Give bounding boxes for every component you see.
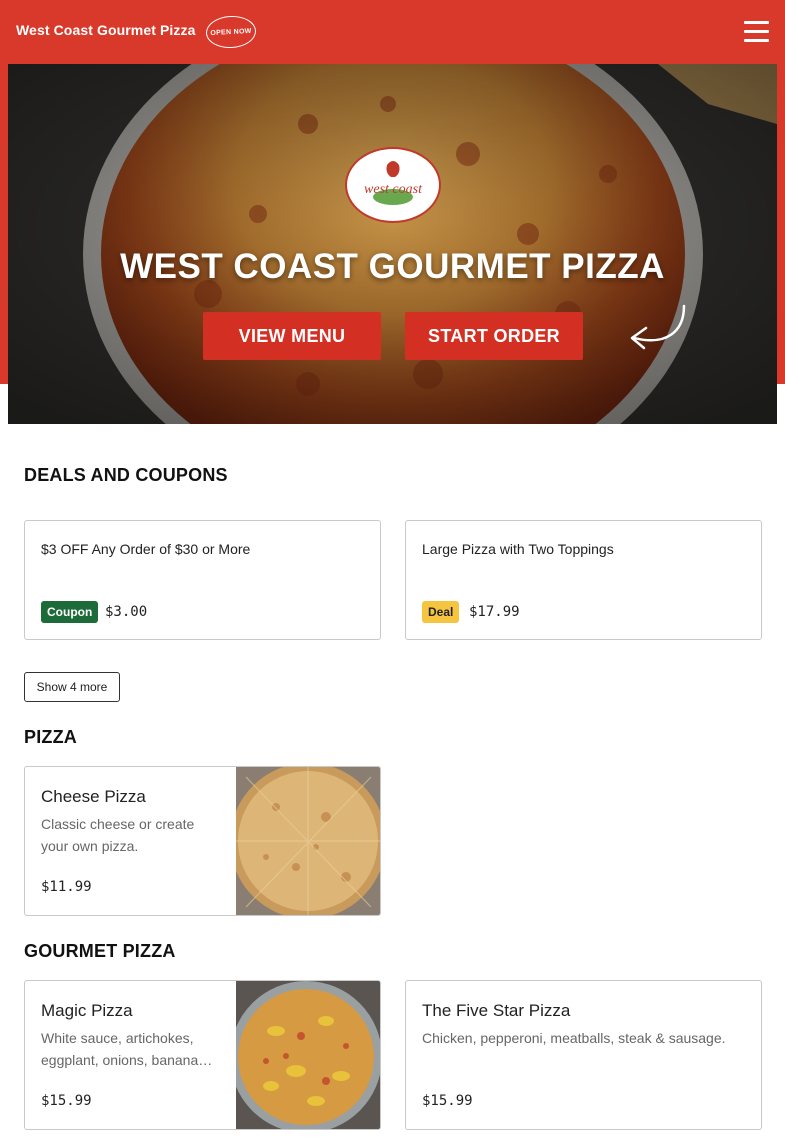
item-description: White sauce, artichokes, eggplant, onion… (41, 1030, 213, 1068)
curved-arrow-icon (630, 304, 686, 350)
item-description: Classic cheese or create your own pizza. (41, 816, 195, 854)
hero-banner: west coast WEST COAST GOURMET PIZZA VIEW… (8, 64, 777, 424)
gourmet-section-title: GOURMET PIZZA (24, 941, 176, 961)
logo-chef-icon: west coast (364, 161, 423, 205)
show-more-button[interactable]: Show 4 more (24, 672, 120, 702)
deal-price: $3.00 (105, 604, 148, 620)
magic-pizza-image (236, 981, 380, 1129)
open-now-badge: OPEN NOW (205, 14, 257, 50)
brand-name[interactable]: West Coast Gourmet Pizza (16, 22, 196, 38)
coupon-badge: Coupon (41, 601, 99, 623)
deal-title: $3 OFF Any Order of $30 or More (41, 541, 251, 557)
hamburger-icon[interactable] (744, 21, 770, 43)
menu-item-card[interactable]: The Five Star Pizza Chicken, pepperoni, … (405, 980, 762, 1130)
hero-title: WEST COAST GOURMET PIZZA (120, 247, 665, 286)
logo-text: west coast (364, 182, 423, 197)
item-name: Cheese Pizza (41, 787, 146, 806)
item-name: The Five Star Pizza (422, 1001, 571, 1020)
cheese-pizza-image (236, 767, 380, 915)
start-order-button[interactable]: START ORDER (405, 312, 583, 360)
view-menu-button[interactable]: VIEW MENU (203, 312, 381, 360)
deal-title: Large Pizza with Two Toppings (422, 541, 614, 557)
item-description: Chicken, pepperoni, meatballs, steak & s… (422, 1030, 726, 1046)
deal-card[interactable]: $3 OFF Any Order of $30 or More Coupon $… (24, 520, 381, 640)
menu-item-card[interactable]: Cheese Pizza Classic cheese or create yo… (24, 766, 381, 916)
item-price: $11.99 (41, 879, 92, 895)
deal-card[interactable]: Large Pizza with Two Toppings Deal $17.9… (405, 520, 762, 640)
item-price: $15.99 (422, 1093, 473, 1109)
menu-item-card[interactable]: Magic Pizza White sauce, artichokes, egg… (24, 980, 381, 1130)
top-bar: West Coast Gourmet Pizza OPEN NOW (0, 0, 785, 64)
item-price: $15.99 (41, 1093, 92, 1109)
pizza-section-title: PIZZA (24, 727, 77, 747)
deals-section-title: DEALS AND COUPONS (24, 465, 228, 485)
deal-badge: Deal (422, 601, 460, 623)
item-name: Magic Pizza (41, 1001, 133, 1020)
hero-pizza-image (8, 64, 777, 424)
restaurant-logo: west coast (345, 147, 441, 223)
deal-price: $17.99 (469, 604, 520, 620)
